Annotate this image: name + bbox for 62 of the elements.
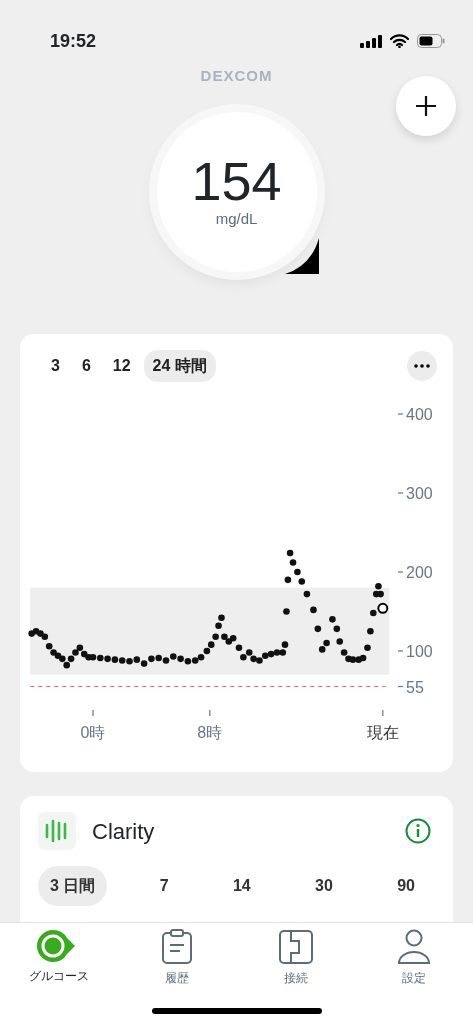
x-axis-tick (209, 709, 211, 717)
y-axis-tick (397, 650, 404, 652)
current-reading-marker (377, 602, 389, 614)
glucose-point (370, 609, 377, 617)
glucose-point (303, 590, 311, 598)
glucose-point (289, 559, 297, 566)
period-tab[interactable]: 7 (147, 866, 181, 906)
y-axis-tick (397, 685, 404, 688)
add-button[interactable] (396, 76, 456, 136)
glucose-point (336, 638, 344, 645)
wifi-icon (390, 34, 409, 48)
x-axis-tick (92, 709, 94, 717)
glucose-point (283, 608, 290, 615)
info-icon[interactable] (405, 818, 431, 844)
y-axis-tick (397, 413, 404, 415)
range-tab[interactable]: 12 (103, 350, 140, 382)
logo: DEXCOM (200, 67, 273, 84)
x-axis-label: 8時 (197, 724, 223, 741)
y-axis-label: 200 (406, 563, 433, 581)
y-axis-label: 100 (406, 642, 433, 660)
signal-icon (360, 34, 382, 48)
glucose-point (314, 625, 322, 633)
tab-bar-item[interactable]: グルコース (0, 923, 119, 988)
x-axis-tick (382, 709, 384, 717)
x-axis-label: 現在 (366, 724, 399, 741)
period-tab[interactable]: 3 日間 (38, 866, 108, 906)
glucose-point (286, 549, 294, 557)
glucose-point (367, 627, 374, 635)
glucose-point (284, 576, 292, 584)
glucose-point (333, 625, 341, 633)
status-time: 19:52 (50, 29, 97, 53)
range-tab[interactable]: 6 (72, 350, 100, 382)
plus-icon (415, 95, 437, 117)
tab-bar-item[interactable]: 設定 (354, 923, 473, 988)
glucose-point (364, 644, 371, 652)
glucose-value: 154 (191, 153, 282, 208)
clipboard-icon (161, 929, 194, 965)
period-tab[interactable]: 30 (303, 866, 345, 906)
period-tab[interactable]: 14 (220, 866, 263, 906)
y-axis-tick (397, 492, 404, 494)
x-axis-label: 0時 (80, 724, 106, 741)
battery-icon (417, 34, 445, 48)
glucose-point (298, 578, 306, 585)
bar-chart-icon (38, 812, 76, 850)
glucose-point (329, 616, 336, 623)
period-tab[interactable]: 90 (385, 866, 427, 906)
glucose-unit: mg/dL (215, 208, 258, 229)
more-button[interactable] (407, 351, 437, 381)
y-axis-label: 400 (406, 406, 433, 423)
range-tab[interactable]: 3 (42, 350, 69, 382)
y-axis-label: 55 (406, 678, 424, 696)
glucose-point (294, 568, 301, 576)
connection-icon (277, 929, 314, 965)
person-icon (396, 929, 431, 965)
tab-bar-item[interactable]: 履歴 (118, 923, 237, 988)
y-axis-label: 300 (406, 485, 433, 502)
glucose-point (310, 606, 317, 614)
tab-bar-item[interactable]: 接続 (236, 923, 355, 988)
range-tab[interactable]: 24 時間 (143, 350, 216, 382)
y-axis-tick (397, 571, 404, 573)
more-icon (414, 364, 430, 368)
clarity-title: Clarity (92, 817, 156, 846)
